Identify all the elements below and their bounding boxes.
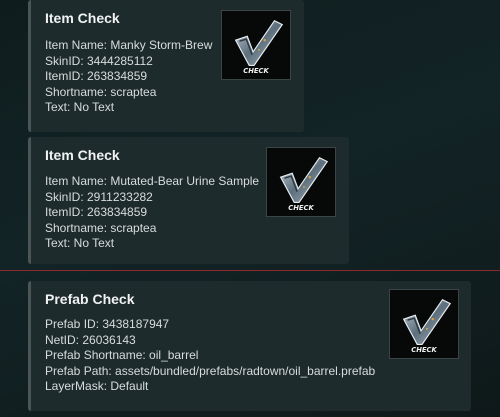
card-fields: Item Name: Mutated-Bear Urine Sample Ski… bbox=[45, 174, 259, 252]
text-field: Text: No Text bbox=[45, 236, 115, 251]
item-check-card: Item Check Item Name: Manky Storm-Brew S… bbox=[28, 0, 304, 132]
item-id-field: ItemID: 263834859 bbox=[45, 205, 148, 220]
skin-id-field: SkinID: 2911233282 bbox=[45, 189, 153, 204]
section-divider bbox=[0, 270, 500, 271]
shortname-field: Shortname: scraptea bbox=[45, 84, 157, 99]
card-fields: Prefab ID: 3438187947 NetID: 26036143 Pr… bbox=[45, 317, 375, 395]
check-badge-icon: CHECK bbox=[221, 10, 291, 80]
card-title: Item Check bbox=[45, 147, 120, 163]
prefab-id-field: Prefab ID: 3438187947 bbox=[45, 317, 170, 331]
prefab-path-field: Prefab Path: assets/bundled/prefabs/radt… bbox=[45, 363, 376, 378]
svg-text:CHECK: CHECK bbox=[411, 346, 437, 354]
check-badge-icon: CHECK bbox=[266, 147, 336, 217]
svg-text:CHECK: CHECK bbox=[243, 67, 269, 75]
prefab-check-card: Prefab Check Prefab ID: 3438187947 NetID… bbox=[28, 281, 471, 411]
net-id-field: NetID: 26036143 bbox=[45, 332, 136, 347]
item-id-field: ItemID: 263834859 bbox=[45, 69, 148, 84]
card-title: Item Check bbox=[45, 10, 120, 26]
card-title: Prefab Check bbox=[45, 291, 135, 307]
text-field: Text: No Text bbox=[45, 100, 115, 115]
prefab-shortname-field: Prefab Shortname: oil_barrel bbox=[45, 348, 199, 363]
item-name-field: Item Name: Manky Storm-Brew bbox=[45, 38, 213, 52]
item-name-field: Item Name: Mutated-Bear Urine Sample bbox=[45, 174, 260, 188]
card-fields: Item Name: Manky Storm-Brew SkinID: 3444… bbox=[45, 38, 212, 116]
item-check-card: Item Check Item Name: Mutated-Bear Urine… bbox=[28, 137, 349, 264]
skin-id-field: SkinID: 3444285112 bbox=[45, 53, 153, 68]
layer-mask-field: LayerMask: Default bbox=[45, 379, 149, 394]
shortname-field: Shortname: scraptea bbox=[45, 220, 157, 235]
svg-text:CHECK: CHECK bbox=[288, 204, 314, 212]
check-badge-icon: CHECK bbox=[389, 289, 459, 359]
